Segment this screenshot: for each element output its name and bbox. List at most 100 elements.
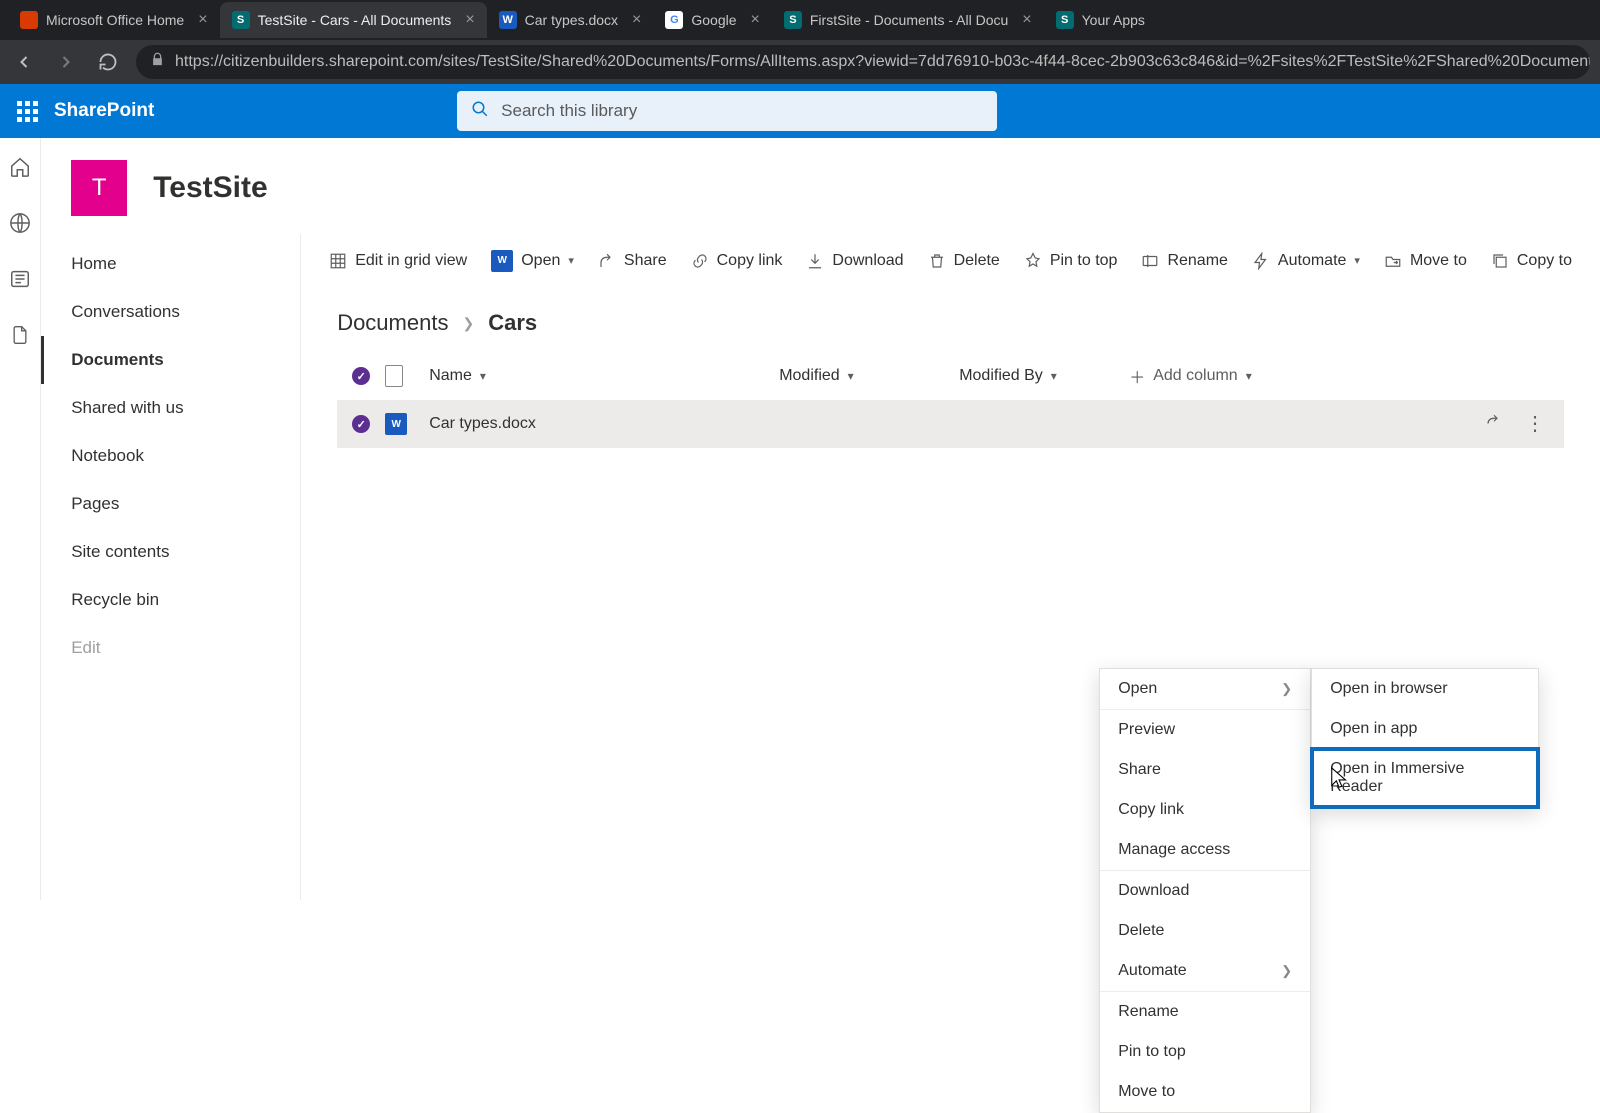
ctx-open[interactable]: Open ❯ — [1100, 669, 1310, 710]
ctx-download[interactable]: Download — [1100, 871, 1310, 911]
nav-pages[interactable]: Pages — [41, 480, 300, 528]
cmd-label: Copy link — [717, 252, 783, 270]
open-in-browser[interactable]: Open in browser — [1312, 669, 1538, 709]
browser-tab[interactable]: S FirstSite - Documents - All Docu × — [772, 2, 1044, 38]
ctx-manage-access[interactable]: Manage access — [1100, 830, 1310, 871]
chevron-down-icon: ▾ — [848, 369, 854, 383]
nav-shared-with-us[interactable]: Shared with us — [41, 384, 300, 432]
url-input[interactable]: https://citizenbuilders.sharepoint.com/s… — [136, 45, 1590, 79]
ctx-move-to[interactable]: Move to — [1100, 1072, 1310, 1112]
nav-edit[interactable]: Edit — [41, 624, 300, 672]
browser-tab[interactable]: Google × — [653, 2, 772, 38]
close-icon[interactable]: × — [751, 11, 760, 29]
edit-in-grid-button[interactable]: Edit in grid view — [329, 252, 467, 270]
files-icon[interactable] — [9, 324, 31, 346]
home-icon[interactable] — [9, 156, 31, 178]
back-button[interactable] — [10, 48, 38, 76]
nav-conversations[interactable]: Conversations — [41, 288, 300, 336]
ctx-preview[interactable]: Preview — [1100, 710, 1310, 750]
cmd-label: Edit in grid view — [355, 252, 467, 270]
browser-tab[interactable]: W Car types.docx × — [487, 2, 654, 38]
close-icon[interactable]: × — [632, 11, 641, 29]
move-to-button[interactable]: Move to — [1384, 252, 1467, 270]
search-box[interactable] — [457, 91, 997, 131]
more-actions-button[interactable]: ⋮ — [1525, 414, 1546, 434]
reload-button[interactable] — [94, 48, 122, 76]
cmd-label: Delete — [954, 252, 1000, 270]
name-column-header[interactable]: Name▾ — [429, 367, 779, 385]
share-button[interactable]: Share — [598, 252, 667, 270]
ctx-delete[interactable]: Delete — [1100, 911, 1310, 951]
file-name[interactable]: Car types.docx — [429, 415, 536, 433]
cmd-label: Rename — [1167, 252, 1227, 270]
chevron-down-icon: ▾ — [1246, 369, 1252, 383]
row-select-toggle[interactable] — [337, 415, 385, 433]
ctx-pin-to-top[interactable]: Pin to top — [1100, 1032, 1310, 1072]
chevron-down-icon: ▾ — [1354, 254, 1360, 267]
pin-to-top-button[interactable]: Pin to top — [1024, 252, 1118, 270]
copy-to-button[interactable]: Copy to — [1491, 252, 1572, 270]
breadcrumb-root[interactable]: Documents — [337, 310, 448, 336]
download-button[interactable]: Download — [806, 252, 903, 270]
add-column-button[interactable]: ＋Add column▾ — [1129, 364, 1299, 388]
globe-icon[interactable] — [9, 212, 31, 234]
forward-button[interactable] — [52, 48, 80, 76]
type-column-header[interactable] — [385, 365, 429, 387]
open-button[interactable]: W Open ▾ — [491, 250, 574, 272]
modified-by-column-header[interactable]: Modified By▾ — [959, 367, 1129, 385]
word-icon: W — [499, 11, 517, 29]
open-in-app[interactable]: Open in app — [1312, 709, 1538, 749]
waffle-icon — [17, 101, 38, 122]
tab-title: Car types.docx — [525, 12, 618, 28]
suite-bar: SharePoint — [0, 84, 1600, 138]
breadcrumb: Documents ❯ Cars — [301, 288, 1600, 352]
modified-column-header[interactable]: Modified▾ — [779, 367, 959, 385]
nav-site-contents[interactable]: Site contents — [41, 528, 300, 576]
chevron-right-icon: ❯ — [462, 315, 474, 332]
chevron-down-icon: ▾ — [1051, 369, 1057, 383]
ctx-share[interactable]: Share — [1100, 750, 1310, 790]
select-all-toggle[interactable] — [337, 367, 385, 385]
open-in-immersive-reader[interactable]: Open in Immersive Reader — [1312, 749, 1538, 807]
chevron-down-icon: ▾ — [480, 369, 486, 383]
close-icon[interactable]: × — [198, 11, 207, 29]
tab-title: Google — [691, 12, 736, 28]
sharepoint-brand[interactable]: SharePoint — [54, 100, 154, 122]
nav-recycle-bin[interactable]: Recycle bin — [41, 576, 300, 624]
nav-home[interactable]: Home — [41, 240, 300, 288]
url-text: https://citizenbuilders.sharepoint.com/s… — [175, 53, 1590, 71]
lock-icon — [150, 52, 165, 72]
cmd-label: Move to — [1410, 252, 1467, 270]
news-icon[interactable] — [9, 268, 31, 290]
share-icon[interactable] — [1485, 413, 1503, 436]
context-menu: Open ❯ Preview Share Copy link Manage ac… — [1099, 668, 1311, 1113]
tab-title: TestSite - Cars - All Documents — [258, 12, 452, 28]
browser-tab[interactable]: Microsoft Office Home × — [8, 2, 220, 38]
nav-notebook[interactable]: Notebook — [41, 432, 300, 480]
automate-button[interactable]: Automate ▾ — [1252, 252, 1360, 270]
file-row[interactable]: W Car types.docx ⋮ — [337, 400, 1564, 448]
copy-link-button[interactable]: Copy link — [691, 252, 783, 270]
main-content: Edit in grid view W Open ▾ Share Copy li… — [301, 234, 1600, 900]
tab-title: FirstSite - Documents - All Docu — [810, 12, 1008, 28]
nav-documents[interactable]: Documents — [41, 336, 300, 384]
ctx-rename[interactable]: Rename — [1100, 992, 1310, 1032]
left-navigation: Home Conversations Documents Shared with… — [41, 234, 301, 900]
document-list: Name▾ Modified▾ Modified By▾ ＋Add column… — [301, 352, 1600, 448]
browser-tab[interactable]: S TestSite - Cars - All Documents × — [220, 2, 487, 38]
open-submenu: Open in browser Open in app Open in Imme… — [1311, 668, 1539, 808]
close-icon[interactable]: × — [1022, 11, 1031, 29]
command-bar: Edit in grid view W Open ▾ Share Copy li… — [301, 234, 1600, 288]
close-icon[interactable]: × — [465, 11, 474, 29]
rename-button[interactable]: Rename — [1141, 252, 1227, 270]
ctx-copy-link[interactable]: Copy link — [1100, 790, 1310, 830]
browser-tab[interactable]: S Your Apps — [1044, 2, 1157, 38]
ctx-automate[interactable]: Automate ❯ — [1100, 951, 1310, 992]
cmd-label: Pin to top — [1050, 252, 1118, 270]
delete-button[interactable]: Delete — [928, 252, 1000, 270]
site-title[interactable]: TestSite — [153, 171, 267, 205]
site-logo[interactable]: T — [71, 160, 127, 216]
app-launcher-button[interactable] — [0, 84, 54, 138]
browser-address-bar: https://citizenbuilders.sharepoint.com/s… — [0, 40, 1600, 84]
search-input[interactable] — [501, 101, 983, 121]
